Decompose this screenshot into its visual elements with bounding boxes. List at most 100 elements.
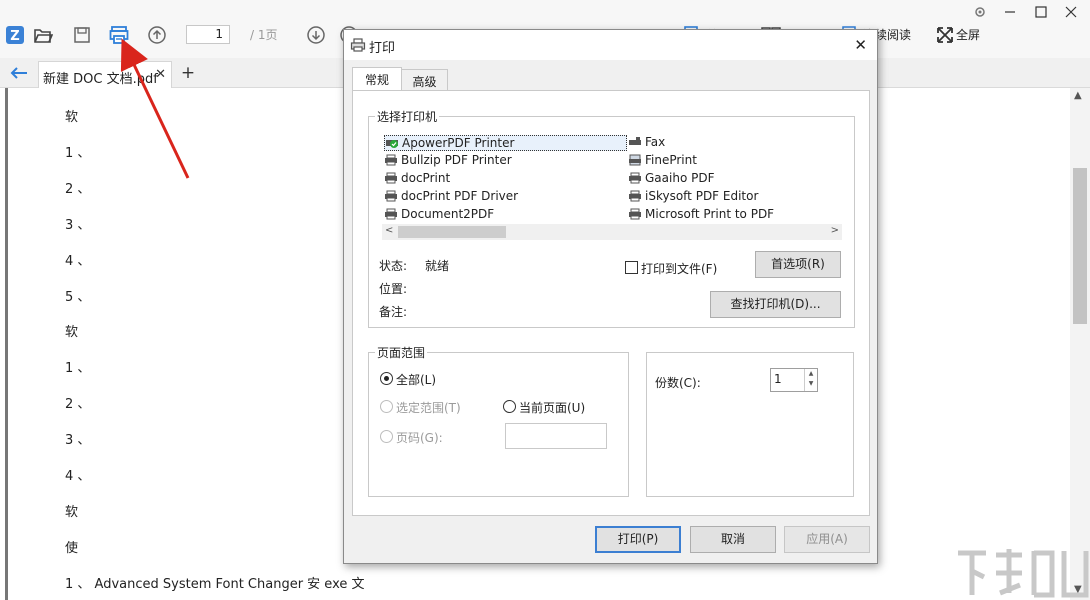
printer-icon [628,208,642,220]
next-page-icon[interactable] [305,24,327,46]
range-all-radio[interactable] [380,372,393,385]
doc-line: 2 、 [65,397,91,412]
printer-name: Fax [645,135,666,149]
printer-name: docPrint PDF Driver [401,189,519,203]
print-to-file-label[interactable]: 打印到文件(F) [641,260,717,277]
doc-line: 4 、 [65,469,91,484]
printer-name: FinePrint [645,153,697,167]
fax-icon [628,136,642,148]
doc-line: 1 、 Advanced System Font Changer 安 exe 文 [65,577,365,592]
doc-line: 1 、 [65,146,91,161]
printer-icon [628,190,642,202]
print-to-file-checkbox[interactable] [625,261,638,274]
fullscreen-icon[interactable] [934,24,956,46]
range-current-page-radio[interactable] [503,400,516,413]
maximize-icon[interactable] [1032,4,1050,20]
copies-value: 1 [774,372,782,386]
new-tab-icon[interactable]: + [178,62,198,84]
page-range-input [505,423,607,449]
range-selection-radio [380,400,393,413]
svg-text:Z: Z [10,29,19,44]
printer-item-microsoft-pdf[interactable]: Microsoft Print to PDF [628,207,774,221]
page-total: / 1页 [250,28,278,42]
printer-group: 选择打印机 ApowerPDF Printer Bullzip PDF Prin… [368,108,855,328]
dialog-close-icon[interactable]: ✕ [854,36,867,54]
range-current-page-label[interactable]: 当前页面(U) [519,399,585,416]
printer-item-fineprint[interactable]: FinePrint [628,153,697,167]
printer-default-icon [385,137,399,149]
back-arrow-icon[interactable] [8,62,30,84]
printer-name: Gaaiho PDF [645,171,715,185]
previous-page-icon[interactable] [146,24,168,46]
doc-line: 软 [65,110,79,125]
page-number-input[interactable]: 1 [186,25,230,44]
printer-item-fax[interactable]: Fax [628,135,665,149]
doc-line: 4 、 [65,254,91,269]
doc-line: 1 、 [65,361,91,376]
doc-line: 使 [65,541,79,556]
doc-line: 3 、 [65,218,91,233]
doc-line: 3 、 [65,433,91,448]
hscroll-thumb[interactable] [398,226,506,238]
printer-icon [384,208,398,220]
doc-line: 2 、 [65,182,91,197]
pdf-reader-window: Z 1 / 1页 单页 双页 连续阅读 [0,0,1090,600]
fullscreen-label[interactable]: 全屏 [956,26,980,43]
location-label: 位置: [379,282,408,296]
print-button[interactable]: 打印(P) [595,526,681,553]
tab-advanced[interactable]: 高级 [401,69,448,91]
vertical-scrollbar[interactable]: ▲ ▼ [1070,88,1090,600]
close-window-icon[interactable] [1062,4,1080,20]
preferences-button[interactable]: 首选项(R) [755,251,841,278]
printer-icon [384,190,398,202]
printer-item-gaaiho[interactable]: Gaaiho PDF [628,171,714,185]
minimize-icon[interactable] [1001,4,1019,20]
range-all-label[interactable]: 全部(L) [396,371,436,388]
printer-item-docprint-pdf[interactable]: docPrint PDF Driver [384,189,518,203]
doc-line: 软 [65,505,79,520]
printer-name: iSkysoft PDF Editor [645,189,759,203]
comment-label: 备注: [379,305,408,319]
copies-stepper[interactable]: 1 ▲ ▼ [770,368,818,392]
range-pages-radio [380,430,393,443]
printer-name: Microsoft Print to PDF [645,207,775,221]
status-label: 状态: [379,259,408,273]
printer-item-iskysoft[interactable]: iSkysoft PDF Editor [628,189,758,203]
scroll-left-icon[interactable]: < [385,225,393,236]
printer-item-apowerpdf[interactable]: ApowerPDF Printer [384,135,627,151]
tab-general[interactable]: 常规 [352,67,402,91]
dialog-title: 打印 [369,41,396,56]
range-selection-label: 选定范围(T) [396,401,461,415]
scroll-thumb[interactable] [1073,168,1087,324]
settings-gear-icon[interactable] [971,4,989,20]
printer-icon [628,154,642,166]
scroll-right-icon[interactable]: > [831,225,839,236]
printer-name: docPrint [401,171,451,185]
dialog-body: 选择打印机 ApowerPDF Printer Bullzip PDF Prin… [352,90,870,516]
page-range-group: 页面范围 全部(L) 选定范围(T) 当前页面(U) 页码(G): [368,344,629,497]
document-tab[interactable]: 新建 DOC 文档.pdf ✕ [38,61,172,88]
printer-item-document2pdf[interactable]: Document2PDF [384,207,494,221]
save-icon[interactable] [71,24,93,46]
dialog-titlebar: 打印 ✕ [344,30,877,60]
app-logo-icon: Z [4,24,26,46]
find-printer-button[interactable]: 查找打印机(D)... [710,291,841,318]
printer-name: ApowerPDF Printer [402,136,515,150]
doc-line: 5 、 [65,290,91,305]
page-range-legend: 页面范围 [375,344,428,361]
cancel-button[interactable]: 取消 [690,526,776,553]
scroll-up-icon[interactable]: ▲ [1074,90,1082,101]
printer-item-docprint[interactable]: docPrint [384,171,450,185]
printer-icon [384,154,398,166]
print-icon[interactable] [108,24,130,46]
printer-group-legend: 选择打印机 [375,108,440,125]
stepper-arrows-icon[interactable]: ▲ ▼ [804,369,817,391]
watermark-logo [958,549,1089,598]
printer-list-hscrollbar[interactable]: < > [382,224,842,240]
apply-button: 应用(A) [784,526,870,553]
tab-close-icon[interactable]: ✕ [155,67,166,82]
range-pages-label: 页码(G): [396,431,443,445]
open-folder-icon[interactable] [32,24,54,46]
printer-item-bullzip[interactable]: Bullzip PDF Printer [384,153,512,167]
status-value: 就绪 [425,259,450,273]
